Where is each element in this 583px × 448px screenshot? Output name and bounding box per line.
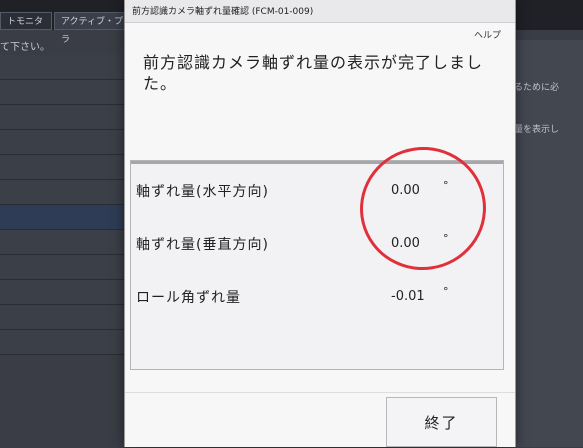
list-item[interactable] xyxy=(0,55,125,80)
list-item[interactable] xyxy=(0,230,125,255)
list-item[interactable] xyxy=(0,180,125,205)
row-unit: ° xyxy=(443,285,449,298)
completion-message: 前方認識カメラ軸ずれ量の表示が完了しました。 xyxy=(143,53,484,93)
list-item[interactable] xyxy=(0,130,125,155)
list-item[interactable] xyxy=(0,280,125,305)
background-list xyxy=(0,55,125,447)
list-item[interactable] xyxy=(0,330,125,355)
background-right-text: するために必 xyxy=(505,83,560,93)
background-tab-monitor[interactable]: トモニタ xyxy=(0,12,52,30)
background-hint-text: て下さい。 xyxy=(0,42,50,53)
row-label: ロール角ずれ量 xyxy=(136,290,241,306)
background-right-text: れ量を表示し xyxy=(505,125,560,135)
dialog-title: 前方認識カメラ軸ずれ量確認 (FCM-01-009) xyxy=(132,7,314,17)
help-link[interactable]: ヘルプ xyxy=(474,28,501,41)
row-value: -0.01 xyxy=(391,289,425,304)
list-item-selected[interactable] xyxy=(0,205,125,230)
list-item[interactable] xyxy=(0,105,125,130)
row-label: 軸ずれ量(垂直方向) xyxy=(136,237,269,253)
dialog-titlebar[interactable]: 前方認識カメラ軸ずれ量確認 (FCM-01-009) xyxy=(125,0,515,23)
list-item[interactable] xyxy=(0,305,125,330)
list-item[interactable] xyxy=(0,80,125,105)
list-item[interactable] xyxy=(0,155,125,180)
footer-divider xyxy=(125,392,515,393)
result-row-roll: ロール角ずれ量 -0.01 ° xyxy=(131,281,503,311)
background-tab-active[interactable]: アクティブ・プラ xyxy=(54,12,130,45)
list-item[interactable] xyxy=(0,255,125,280)
row-label: 軸ずれ量(水平方向) xyxy=(136,184,269,200)
end-button[interactable]: 終了 xyxy=(386,397,497,447)
